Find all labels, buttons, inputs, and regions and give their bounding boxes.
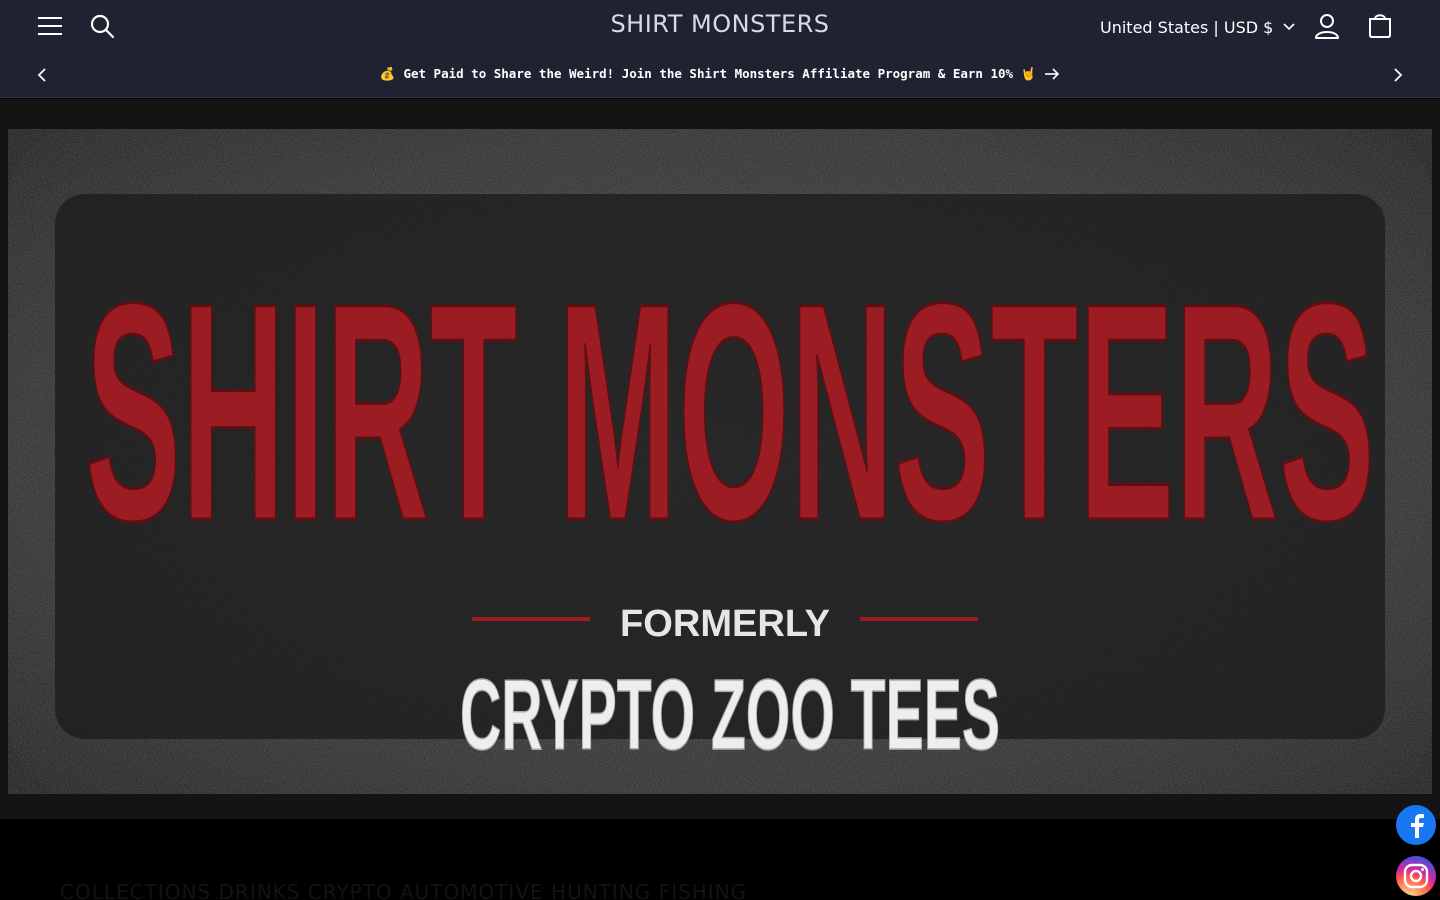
announcement-next-button[interactable] [1388,64,1408,86]
instagram-icon [1403,863,1429,889]
money-bag-icon: 💰 [379,66,396,81]
facebook-icon [1411,814,1424,838]
chevron-right-icon [1394,68,1403,82]
announcement-text: Get Paid to Share the Weird! Join the Sh… [403,66,1037,81]
cart-icon [1369,14,1391,38]
facebook-link[interactable] [1396,805,1436,845]
hero-logo-graphic: SHIRT MONSTERS FORMERLY CRYPTO ZOO TEES [0,99,1440,819]
locale-label: United States | USD $ [1100,17,1274,37]
announcement-bar-link[interactable]: 💰 Get Paid to Share the Weird! Join the … [0,60,1440,88]
hero-logo-formerly: FORMERLY [620,603,830,645]
country-currency-selector[interactable]: United States | USD $ [1100,13,1295,41]
chevron-down-icon [1283,23,1295,31]
site-header: SHIRT MONSTERS United States | USD $ 💰 G… [0,0,1440,98]
account-icon [1315,14,1339,39]
hero-banner: SHIRT MONSTERS FORMERLY CRYPTO ZOO TEES [0,99,1440,819]
arrow-right-icon [1045,68,1060,80]
hero-logo-subtitle: CRYPTO ZOO TEES [460,659,1000,771]
hero-logo-title: SHIRT MONSTERS [85,238,1375,585]
account-button[interactable] [1312,11,1342,41]
cart-button[interactable] [1365,11,1395,41]
below-fold-collection-list: COLLECTIONS DRINKS CRYPTO AUTOMOTIVE HUN… [60,880,748,900]
instagram-link[interactable] [1396,856,1436,896]
